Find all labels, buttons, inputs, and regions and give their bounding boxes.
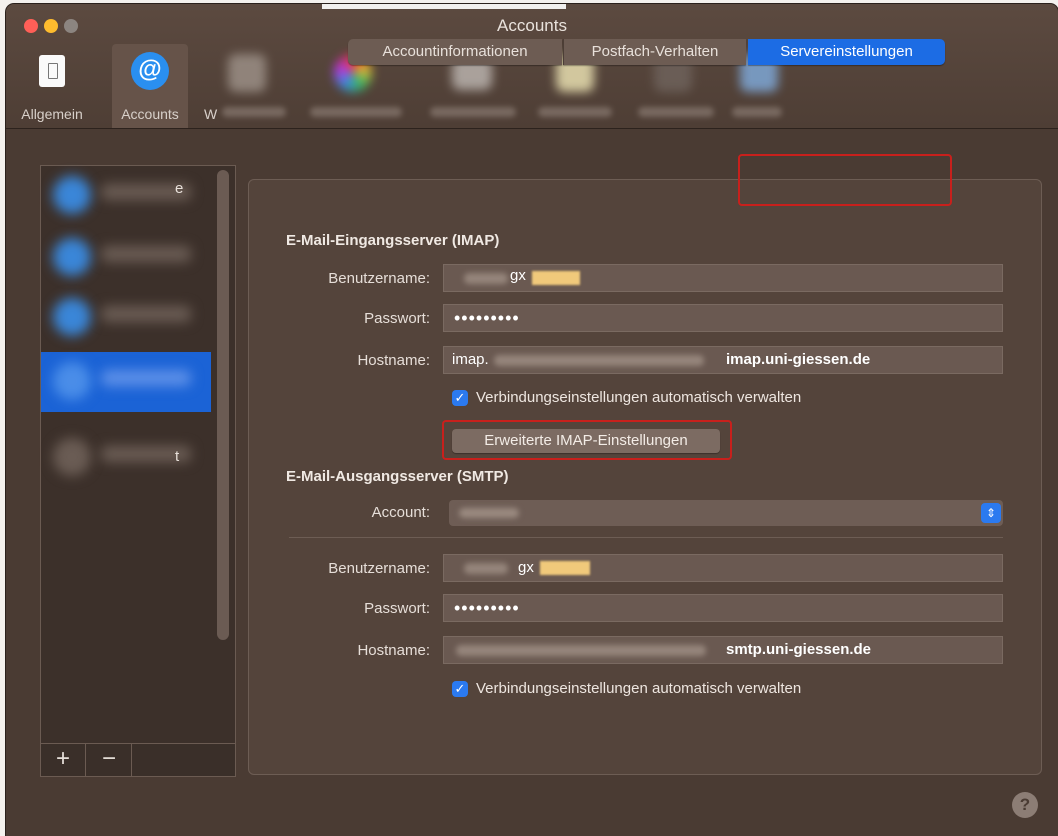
blurred-toolbar-label (310, 107, 402, 117)
account-list-item-selected[interactable] (41, 352, 211, 412)
window-top-highlight (322, 4, 566, 9)
incoming-password-label: Passwort: (364, 310, 430, 327)
toolbar-item-general[interactable]: Allgemein (14, 44, 90, 128)
account-avatar (53, 176, 91, 214)
account-name-blurred (101, 306, 191, 322)
highlight-box-advanced-button (442, 420, 732, 460)
account-list-footer: + − (41, 743, 235, 776)
separator (289, 537, 1003, 538)
redacted-text (456, 645, 706, 656)
general-preferences-icon (39, 55, 65, 87)
help-button[interactable]: ? (1012, 792, 1038, 818)
incoming-username-label: Benutzername: (328, 270, 430, 287)
tab-server-settings[interactable]: Servereinstellungen (748, 39, 945, 65)
blurred-toolbar-label (538, 107, 612, 117)
incoming-password-field[interactable]: ••••••••• (443, 304, 1003, 332)
outgoing-hostname-label: Hostname: (357, 642, 430, 659)
account-list-item[interactable]: e (41, 166, 211, 224)
account-avatar (53, 238, 91, 276)
blurred-toolbar-label (638, 107, 714, 117)
highlight-box-server-tab (738, 154, 952, 206)
outgoing-username-label: Benutzername: (328, 560, 430, 577)
title-bar: Accounts Allgemein @ Accounts W (6, 4, 1058, 129)
outgoing-auto-manage-label: Verbindungseinstellungen automatisch ver… (476, 680, 802, 697)
outgoing-username-field[interactable]: gx (443, 554, 1003, 582)
tab-account-info[interactable]: Accountinformationen (348, 39, 562, 65)
account-name-blurred (101, 370, 191, 386)
toolbar-label-truncated: W (204, 106, 218, 122)
toolbar-label-general: Allgemein (21, 106, 83, 122)
redacted-text (464, 563, 508, 574)
blurred-toolbar-label (430, 107, 516, 117)
window-title: Accounts (497, 16, 567, 35)
annotation-highlight (540, 561, 590, 575)
account-avatar (53, 362, 91, 400)
incoming-password-value: ••••••••• (454, 308, 520, 328)
outgoing-account-select[interactable]: ⇕ (449, 500, 1003, 526)
tab-mailbox-behavior[interactable]: Postfach-Verhalten (563, 39, 746, 65)
preferences-window: Accounts Allgemein @ Accounts W e t + − … (6, 4, 1058, 836)
preferences-content: e t + − (6, 129, 1058, 836)
account-name-fragment: e (175, 180, 184, 197)
incoming-server-heading: E-Mail-Eingangsserver (IMAP) (286, 232, 500, 249)
account-list-item[interactable]: t (41, 428, 211, 486)
account-avatar (53, 438, 91, 476)
account-list-item[interactable] (41, 228, 211, 286)
incoming-hostname-label: Hostname: (357, 352, 430, 369)
blurred-toolbar-icon[interactable] (228, 54, 266, 92)
outgoing-account-label: Account: (371, 504, 430, 521)
incoming-username-field[interactable]: gx (443, 264, 1003, 292)
outgoing-hostname-annotation: smtp.uni-giessen.de (726, 641, 872, 658)
stepper-arrows-icon: ⇕ (981, 503, 1001, 523)
incoming-hostname-annotation: imap.uni-giessen.de (726, 351, 871, 368)
outgoing-server-heading: E-Mail-Ausgangsserver (SMTP) (286, 468, 509, 485)
outgoing-username-value: gx (518, 559, 534, 576)
incoming-auto-manage-label: Verbindungseinstellungen automatisch ver… (476, 389, 802, 406)
toolbar-item-accounts[interactable]: @ Accounts (112, 44, 188, 128)
outgoing-password-label: Passwort: (364, 600, 430, 617)
toolbar-label-accounts: Accounts (121, 106, 179, 122)
account-list-item[interactable] (41, 288, 211, 346)
blurred-toolbar-label (222, 107, 286, 117)
add-account-button[interactable]: + (41, 744, 86, 776)
blurred-toolbar-label (732, 107, 782, 117)
redacted-text (459, 508, 519, 518)
incoming-hostname-prefix: imap. (452, 351, 489, 368)
incoming-hostname-field[interactable]: imap. imap.uni-giessen.de (443, 346, 1003, 374)
outgoing-hostname-field[interactable]: smtp.uni-giessen.de (443, 636, 1003, 664)
incoming-auto-manage-checkbox[interactable]: ✓ (452, 390, 468, 406)
account-avatar (53, 298, 91, 336)
outgoing-auto-manage-checkbox[interactable]: ✓ (452, 681, 468, 697)
redacted-text (464, 273, 508, 284)
outgoing-password-value: ••••••••• (454, 598, 520, 618)
account-list-scrollbar[interactable] (217, 170, 229, 640)
annotation-highlight (532, 271, 580, 285)
redacted-text (494, 355, 704, 366)
at-sign-icon: @ (131, 52, 169, 90)
account-name-fragment: t (175, 448, 180, 465)
outgoing-password-field[interactable]: ••••••••• (443, 594, 1003, 622)
remove-account-button[interactable]: − (87, 744, 132, 776)
account-list[interactable]: e t + − (40, 165, 236, 777)
account-name-blurred (101, 246, 191, 262)
incoming-username-value: gx (510, 267, 526, 284)
